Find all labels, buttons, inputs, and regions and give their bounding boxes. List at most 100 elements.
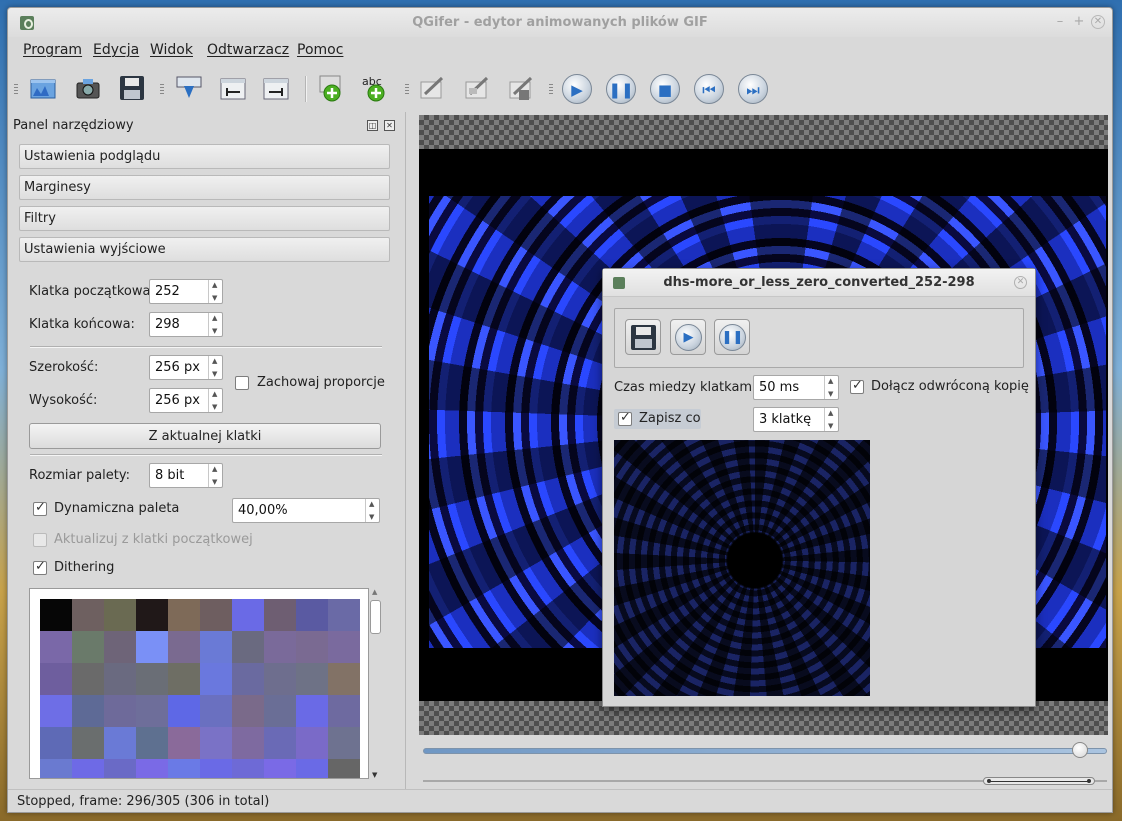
palette-color-cell: [40, 695, 72, 727]
status-text: Stopped, frame: 296/305 (306 in total): [17, 794, 270, 809]
edit-icon: [420, 76, 444, 99]
toolbar-grip[interactable]: [14, 84, 18, 94]
palette-color-cell: [200, 759, 232, 778]
section-output-settings[interactable]: Ustawienia wyjściowe: [19, 237, 390, 262]
palette-scrollbar[interactable]: ▲ ▼: [370, 588, 382, 779]
panel-close-icon[interactable]: ✕: [384, 120, 395, 131]
next-frame-button[interactable]: ⏭: [734, 70, 770, 106]
dialog-toolbar: ▶ ❚❚: [614, 308, 1024, 368]
pause-icon: ❚❚: [606, 74, 636, 104]
palette-color-cell: [72, 663, 104, 695]
status-bar: Stopped, frame: 296/305 (306 in total): [8, 789, 1112, 812]
dynamic-palette-spinbox[interactable]: 40,00%: [232, 498, 380, 523]
toolbar-grip-4[interactable]: [549, 84, 553, 94]
spin-arrows-icon[interactable]: [208, 280, 222, 303]
previous-frame-button[interactable]: ⏮: [690, 70, 726, 106]
set-end-button[interactable]: [258, 70, 294, 106]
update-from-start-label: Aktualizuj z klatki początkowej: [54, 532, 253, 547]
menu-bar: Program Edycja Widok Odtwarzacz Pomoc: [8, 38, 1112, 64]
palette-color-cell: [72, 727, 104, 759]
height-spinbox[interactable]: 256 px: [149, 388, 223, 413]
width-spinbox[interactable]: 256 px: [149, 355, 223, 380]
delay-value: 50 ms: [759, 380, 800, 395]
palette-view: [29, 588, 369, 779]
open-camera-button[interactable]: [70, 70, 106, 106]
pause-button[interactable]: ❚❚: [602, 70, 638, 106]
frame-slider[interactable]: [423, 748, 1107, 754]
set-end-icon: [263, 78, 289, 100]
save-button[interactable]: [114, 70, 150, 106]
palette-color-cell: [296, 727, 328, 759]
palette-color-cell: [232, 695, 264, 727]
maximize-icon[interactable]: +: [1072, 15, 1086, 29]
stop-icon: ■: [650, 74, 680, 104]
palette-color-cell: [40, 631, 72, 663]
panel-splitter[interactable]: [405, 112, 408, 790]
edit-frame-button[interactable]: [459, 70, 495, 106]
scroll-thumb[interactable]: [370, 600, 381, 634]
menu-pomoc[interactable]: Pomoc: [297, 42, 343, 58]
palette-color-cell: [40, 727, 72, 759]
menu-edycja[interactable]: Edycja: [93, 42, 139, 58]
minimize-icon[interactable]: –: [1053, 15, 1067, 29]
delay-spinbox[interactable]: 50 ms: [753, 375, 839, 400]
scroll-up-icon[interactable]: ▲: [372, 588, 377, 596]
palette-color-cell: [296, 599, 328, 631]
toolbar-grip-2[interactable]: [160, 84, 164, 94]
section-margins[interactable]: Marginesy: [19, 175, 390, 200]
section-preview-settings[interactable]: Ustawienia podglądu: [19, 144, 390, 169]
palette-color-cell: [104, 663, 136, 695]
spin-arrows-icon[interactable]: [208, 313, 222, 336]
play-button[interactable]: ▶: [558, 70, 594, 106]
spin-arrows-icon[interactable]: [824, 408, 838, 431]
save-every-checkbox[interactable]: [618, 410, 632, 426]
toolbar-grip-3[interactable]: [405, 84, 409, 94]
add-object-button[interactable]: [313, 70, 349, 106]
reverse-copy-checkbox[interactable]: [850, 378, 864, 394]
dialog-close-icon[interactable]: ✕: [1014, 276, 1027, 289]
dialog-play-button[interactable]: ▶: [670, 319, 706, 355]
spin-arrows-icon[interactable]: [824, 376, 838, 399]
from-current-frame-button[interactable]: Z aktualnej klatki: [29, 423, 381, 449]
menu-program[interactable]: Program: [23, 42, 82, 58]
add-text-button[interactable]: abc: [357, 70, 393, 106]
keep-ratio-label: Zachowaj proporcje: [257, 375, 385, 390]
dialog-pause-button[interactable]: ❚❚: [714, 319, 750, 355]
frame-slider-handle[interactable]: [1071, 742, 1088, 758]
palette-color-cell: [40, 599, 72, 631]
start-frame-value: 252: [155, 284, 180, 299]
save-every-spinbox[interactable]: 3 klatkę: [753, 407, 839, 432]
section-filters[interactable]: Filtry: [19, 206, 390, 231]
palette-color-cell: [232, 727, 264, 759]
crop-button[interactable]: [503, 70, 539, 106]
palette-color-cell: [136, 727, 168, 759]
dialog-save-button[interactable]: [625, 319, 661, 355]
dithering-checkbox[interactable]: [33, 559, 47, 575]
float-icon[interactable]: ◫: [367, 120, 378, 131]
palette-color-cell: [136, 695, 168, 727]
palette-color-cell: [168, 759, 200, 778]
tool-panel: Panel narzędziowy ◫ ✕ Ustawienia podgląd…: [8, 112, 400, 785]
end-frame-spinbox[interactable]: 298: [149, 312, 223, 337]
close-icon[interactable]: ✕: [1091, 15, 1105, 29]
section-label: Marginesy: [24, 180, 91, 195]
scroll-down-icon[interactable]: ▼: [372, 771, 377, 779]
spin-arrows-icon[interactable]: [208, 464, 222, 487]
extract-button[interactable]: [171, 70, 207, 106]
palette-size-spinbox[interactable]: 8 bit: [149, 463, 223, 488]
edit-button[interactable]: [414, 70, 450, 106]
spin-arrows-icon[interactable]: [365, 499, 379, 522]
dynamic-palette-checkbox[interactable]: [33, 500, 47, 516]
spin-arrows-icon[interactable]: [208, 356, 222, 379]
menu-widok[interactable]: Widok: [150, 42, 193, 58]
set-start-button[interactable]: [215, 70, 251, 106]
start-frame-spinbox[interactable]: 252: [149, 279, 223, 304]
palette-color-cell: [200, 727, 232, 759]
update-from-start-checkbox[interactable]: [33, 533, 47, 547]
keep-ratio-checkbox[interactable]: [235, 376, 249, 390]
spin-arrows-icon[interactable]: [208, 389, 222, 412]
stop-button[interactable]: ■: [646, 70, 682, 106]
open-video-button[interactable]: [25, 70, 61, 106]
menu-odtwarzacz[interactable]: Odtwarzacz: [207, 42, 289, 58]
save-icon: [120, 76, 144, 100]
